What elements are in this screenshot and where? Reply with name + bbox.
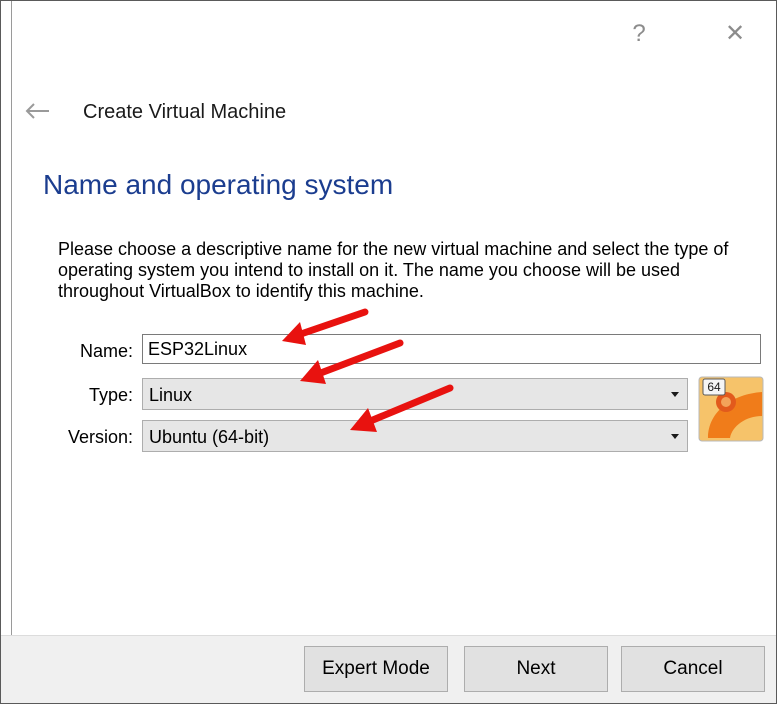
version-select-value: Ubuntu (64-bit) xyxy=(149,427,270,447)
next-button[interactable]: Next xyxy=(464,646,608,692)
cancel-button[interactable]: Cancel xyxy=(621,646,765,692)
back-arrow-icon[interactable] xyxy=(23,96,53,126)
help-button[interactable]: ? xyxy=(621,19,657,49)
type-label: Type: xyxy=(88,385,133,405)
name-input[interactable] xyxy=(142,334,761,364)
close-button[interactable]: ✕ xyxy=(717,19,753,49)
expert-mode-button[interactable]: Expert Mode xyxy=(304,646,448,692)
name-label: Name: xyxy=(79,341,133,361)
page-title: Name and operating system xyxy=(43,169,394,200)
window-edge xyxy=(11,1,12,703)
page-description: Please choose a descriptive name for the… xyxy=(58,239,729,301)
type-select[interactable]: Linux xyxy=(142,378,688,410)
version-select[interactable]: Ubuntu (64-bit) xyxy=(142,420,688,452)
create-vm-dialog: ? ✕ Create Virtual Machine Name and oper… xyxy=(0,0,777,704)
version-label: Version: xyxy=(67,427,133,447)
os-icon-badge: 64 xyxy=(707,380,721,394)
ubuntu-os-icon: 64 xyxy=(698,376,764,442)
type-select-value: Linux xyxy=(149,385,193,405)
wizard-title: Create Virtual Machine xyxy=(83,101,287,123)
chevron-down-icon xyxy=(671,392,679,397)
chevron-down-icon xyxy=(671,434,679,439)
